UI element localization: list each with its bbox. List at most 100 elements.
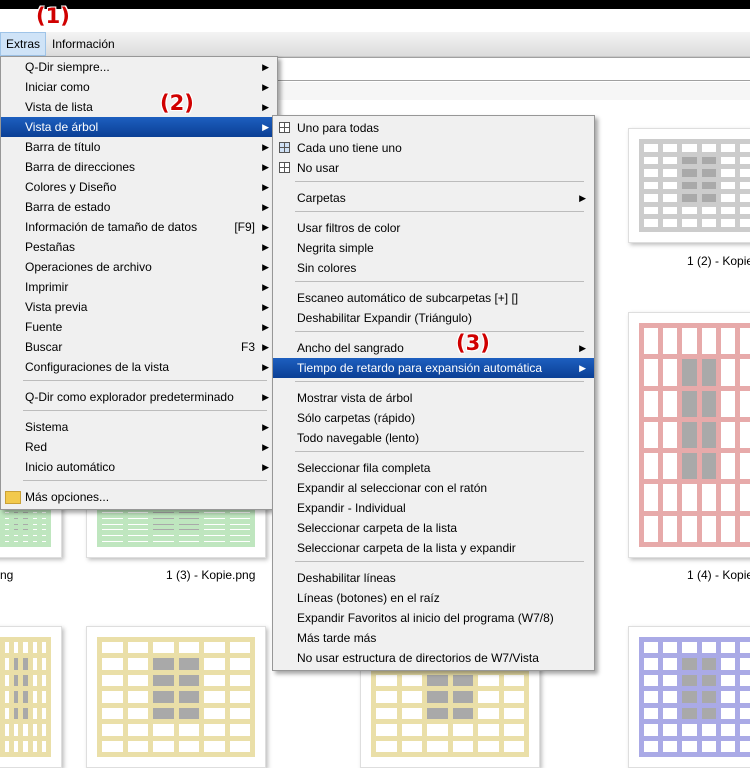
image-thumbnail[interactable] <box>628 128 750 243</box>
thumbnail-cell <box>102 658 123 669</box>
submenu-item-expandir-al-seleccionar-con-el-raton[interactable]: Expandir al seleccionar con el ratón <box>273 478 594 498</box>
menu-item-inicio-automatico[interactable]: Inicio automático▶ <box>1 457 277 477</box>
thumbnail-cell <box>179 535 200 536</box>
thumbnail-cell <box>682 144 696 152</box>
thumbnail-cell <box>478 675 499 686</box>
thumbnail-cell <box>504 708 525 719</box>
menu-item-q-dir-como-explorador-predeterminado[interactable]: Q-Dir como explorador predeterminado▶ <box>1 387 277 407</box>
thumbnail-cell <box>740 219 750 227</box>
menu-item-configuraciones-de-la-vista[interactable]: Configuraciones de la vista▶ <box>1 357 277 377</box>
menu-item-barra-de-direcciones[interactable]: Barra de direcciones▶ <box>1 157 277 177</box>
thumbnail-preview <box>97 637 255 757</box>
submenu-item-sin-colores[interactable]: Sin colores <box>273 258 594 278</box>
submenu-arrow-icon: ▶ <box>579 358 586 378</box>
submenu-item-mas-tarde-mas[interactable]: Más tarde más <box>273 628 594 648</box>
menu-item-fuente[interactable]: Fuente▶ <box>1 317 277 337</box>
menu-item-operaciones-de-archivo[interactable]: Operaciones de archivo▶ <box>1 257 277 277</box>
thumbnail-cell <box>702 516 716 542</box>
thumbnail-cell <box>663 691 677 702</box>
menu-item-vista-previa[interactable]: Vista previa▶ <box>1 297 277 317</box>
thumbnail-cell <box>721 359 735 385</box>
submenu-item-expandir-favoritos-al-inicio-del-programa-w7-8[interactable]: Expandir Favoritos al inicio del program… <box>273 608 594 628</box>
submenu-item-expandir-individual[interactable]: Expandir - Individual <box>273 498 594 518</box>
thumbnail-cell <box>42 524 46 525</box>
thumbnail-cell <box>682 359 696 385</box>
thumbnail-cell <box>740 328 750 354</box>
thumbnail-cell <box>663 219 677 227</box>
thumbnail-cell <box>376 741 397 752</box>
menu-item-barra-de-estado[interactable]: Barra de estado▶ <box>1 197 277 217</box>
image-thumbnail[interactable] <box>628 312 750 558</box>
thumbnail-cell <box>478 724 499 735</box>
menu-item-imprimir[interactable]: Imprimir▶ <box>1 277 277 297</box>
thumbnail-cell <box>5 512 9 513</box>
submenu-item-cada-uno-tiene-uno[interactable]: Cada uno tiene uno <box>273 138 594 158</box>
menu-item-mas-opciones[interactable]: Más opciones... <box>1 487 277 507</box>
address-bar[interactable] <box>276 57 750 81</box>
menu-item-pestanas[interactable]: Pestañas▶ <box>1 237 277 257</box>
thumbnail-cell <box>682 453 696 479</box>
submenu-item-solo-carpetas-rapido[interactable]: Sólo carpetas (rápido) <box>273 408 594 428</box>
file-caption[interactable]: 1 (4) - Kopie <box>687 568 750 582</box>
thumbnail-cell <box>702 169 716 177</box>
image-thumbnail[interactable] <box>86 626 266 768</box>
thumbnail-cell <box>702 675 716 686</box>
file-caption[interactable]: 1 (2) - Kopie <box>687 254 750 268</box>
thumbnail-cell <box>721 169 735 177</box>
submenu-item-ancho-del-sangrado[interactable]: Ancho del sangrado▶ <box>273 338 594 358</box>
menu-item-colores-y-diseno[interactable]: Colores y Diseño▶ <box>1 177 277 197</box>
menu-item-label: Imprimir <box>25 277 68 297</box>
menu-item-iniciar-como[interactable]: Iniciar como▶ <box>1 77 277 97</box>
thumbnail-cell <box>740 484 750 510</box>
submenu-item-label: Deshabilitar Expandir (Triángulo) <box>297 308 472 328</box>
image-thumbnail[interactable] <box>628 626 750 768</box>
submenu-arrow-icon: ▶ <box>262 197 269 217</box>
menu-item-label: Configuraciones de la vista <box>25 357 169 377</box>
submenu-item-no-usar[interactable]: No usar <box>273 158 594 178</box>
thumbnail-cell <box>702 359 716 385</box>
thumbnail-cell <box>179 541 200 542</box>
submenu-item-label: Expandir - Individual <box>297 498 406 518</box>
submenu-item-no-usar-estructura-de-directorios-de-w7-vista[interactable]: No usar estructura de directorios de W7/… <box>273 648 594 668</box>
menu-item-q-dir-siempre[interactable]: Q-Dir siempre...▶ <box>1 57 277 77</box>
submenu-item-carpetas[interactable]: Carpetas▶ <box>273 188 594 208</box>
thumbnail-cell <box>204 658 225 669</box>
submenu-item-seleccionar-fila-completa[interactable]: Seleccionar fila completa <box>273 458 594 478</box>
menu-extras[interactable]: Extras <box>0 32 46 56</box>
submenu-item-label: Carpetas <box>297 188 346 208</box>
thumbnail-cell <box>128 691 149 702</box>
submenu-item-mostrar-vista-de-arbol[interactable]: Mostrar vista de árbol <box>273 388 594 408</box>
image-thumbnail[interactable] <box>0 626 62 768</box>
submenu-item-uno-para-todas[interactable]: Uno para todas <box>273 118 594 138</box>
menu-item-red[interactable]: Red▶ <box>1 437 277 457</box>
thumbnail-cell <box>153 675 174 686</box>
submenu-item-deshabilitar-lineas[interactable]: Deshabilitar líneas <box>273 568 594 588</box>
submenu-item-seleccionar-carpeta-de-la-lista[interactable]: Seleccionar carpeta de la lista <box>273 518 594 538</box>
submenu-item-escaneo-automatico-de-subcarpetas[interactable]: Escaneo automático de subcarpetas [+] [] <box>273 288 594 308</box>
file-caption[interactable]: 1 (3) - Kopie.png <box>166 568 255 582</box>
submenu-item-seleccionar-carpeta-de-la-lista-y-expandir[interactable]: Seleccionar carpeta de la lista y expand… <box>273 538 594 558</box>
menu-item-vista-de-arbol[interactable]: Vista de árbol▶ <box>1 117 277 137</box>
menu-item-barra-de-titulo[interactable]: Barra de título▶ <box>1 137 277 157</box>
submenu-item-usar-filtros-de-color[interactable]: Usar filtros de color <box>273 218 594 238</box>
thumbnail-cell <box>682 169 696 177</box>
submenu-item-todo-navegable-lento[interactable]: Todo navegable (lento) <box>273 428 594 448</box>
thumbnail-cell <box>663 157 677 165</box>
thumbnail-cell <box>740 207 750 215</box>
submenu-item-deshabilitar-expandir-triangulo[interactable]: Deshabilitar Expandir (Triángulo) <box>273 308 594 328</box>
thumbnail-cell <box>478 691 499 702</box>
menu-item-sistema[interactable]: Sistema▶ <box>1 417 277 437</box>
menu-item-buscar[interactable]: BuscarF3▶ <box>1 337 277 357</box>
submenu-item-label: Usar filtros de color <box>297 218 400 238</box>
menu-item-vista-de-lista[interactable]: Vista de lista▶ <box>1 97 277 117</box>
menu-separator <box>23 410 267 411</box>
submenu-item-tiempo-de-retardo-para-expansion-automatica[interactable]: Tiempo de retardo para expansión automát… <box>273 358 594 378</box>
thumbnail-cell <box>644 422 658 448</box>
submenu-item-negrita-simple[interactable]: Negrita simple <box>273 238 594 258</box>
menu-item-informacion-de-tamano-de-datos[interactable]: Información de tamaño de datos[F9]▶ <box>1 217 277 237</box>
thumbnail-cell <box>204 541 225 542</box>
thumbnail-cell <box>402 708 423 719</box>
menu-informacion[interactable]: Información <box>47 32 120 56</box>
submenu-item-lineas-botones-en-el-raiz[interactable]: Líneas (botones) en el raíz <box>273 588 594 608</box>
file-caption[interactable]: ng <box>0 568 13 582</box>
